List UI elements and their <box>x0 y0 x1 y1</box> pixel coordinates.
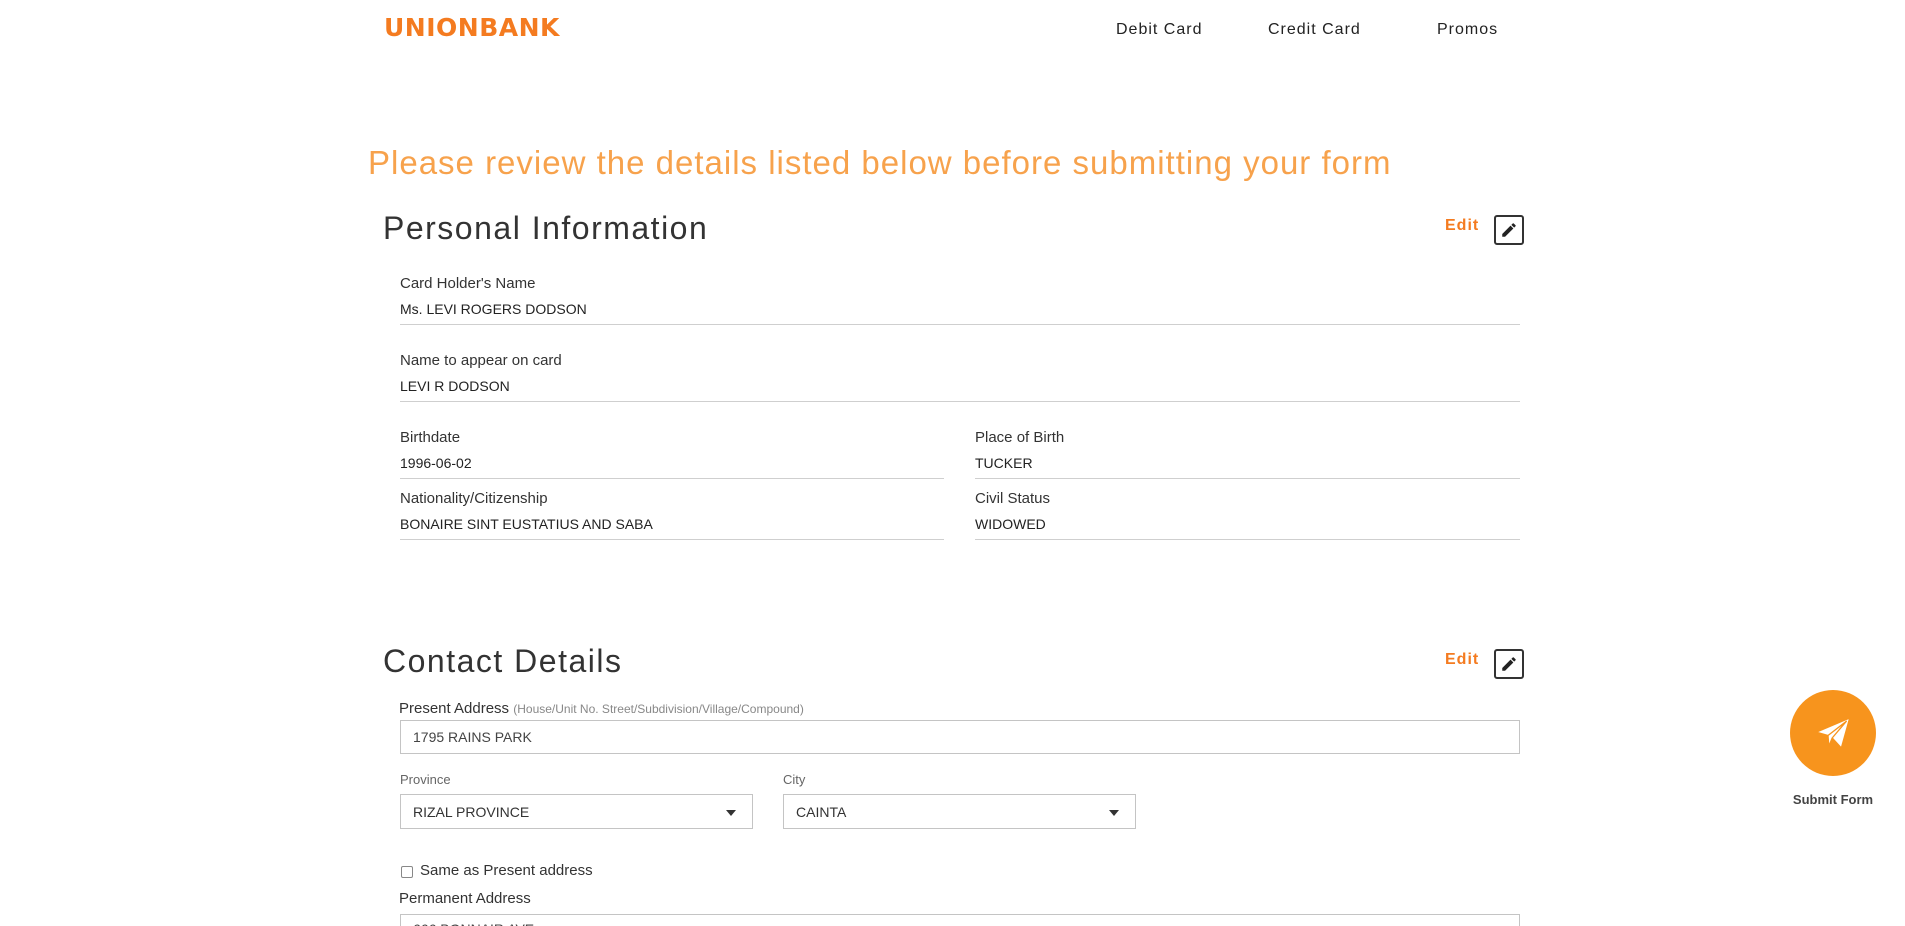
contact-edit-link[interactable]: Edit <box>1445 651 1479 669</box>
pencil-icon <box>1502 657 1516 671</box>
permanent-address-label: Permanent Address <box>399 890 531 907</box>
caret-down-icon <box>1109 810 1119 816</box>
nav-promos[interactable]: Promos <box>1437 21 1498 39</box>
place-of-birth-label: Place of Birth <box>975 429 1065 446</box>
page-title: Please review the details listed below b… <box>368 144 1392 181</box>
same-as-present-label[interactable]: Same as Present address <box>420 862 593 879</box>
personal-edit-link[interactable]: Edit <box>1445 217 1479 235</box>
birthdate-value: 1996-06-02 <box>400 455 944 479</box>
city-value: CAINTA <box>796 804 847 820</box>
province-value: RIZAL PROVINCE <box>413 804 530 820</box>
paper-plane-icon <box>1815 717 1851 749</box>
nav-credit-card[interactable]: Credit Card <box>1268 21 1361 39</box>
birthdate-label: Birthdate <box>400 429 461 446</box>
submit-form-label[interactable]: Submit Form <box>1790 792 1876 807</box>
place-of-birth-value: TUCKER <box>975 455 1520 479</box>
present-address-hint: (House/Unit No. Street/Subdivision/Villa… <box>513 702 804 716</box>
card-holder-name-field: Card Holder's Name Ms. LEVI ROGERS DODSO… <box>400 275 1520 325</box>
permanent-address-input[interactable]: 666 BONNAIR AVE <box>400 914 1520 926</box>
submit-form-button[interactable] <box>1790 690 1876 776</box>
civil-status-value: WIDOWED <box>975 516 1520 540</box>
birthdate-field: Birthdate 1996-06-02 <box>400 429 944 479</box>
civil-status-label: Civil Status <box>975 490 1051 507</box>
province-label: Province <box>400 772 451 787</box>
place-of-birth-field: Place of Birth TUCKER <box>975 429 1520 479</box>
card-holder-name-label: Card Holder's Name <box>400 275 536 292</box>
present-address-input[interactable]: 1795 RAINS PARK <box>400 720 1520 754</box>
caret-down-icon <box>726 810 736 816</box>
nationality-label: Nationality/Citizenship <box>400 490 548 507</box>
name-on-card-field: Name to appear on card LEVI R DODSON <box>400 352 1520 402</box>
present-address-label: Present Address (House/Unit No. Street/S… <box>399 700 804 717</box>
unionbank-logo[interactable]: UNIONBANK <box>384 13 560 42</box>
nationality-field: Nationality/Citizenship BONAIRE SINT EUS… <box>400 490 944 540</box>
city-label: City <box>783 772 806 787</box>
personal-information-title: Personal Information <box>383 210 709 246</box>
personal-edit-button[interactable] <box>1494 215 1524 245</box>
province-select[interactable]: RIZAL PROVINCE <box>400 794 753 829</box>
civil-status-field: Civil Status WIDOWED <box>975 490 1520 540</box>
pencil-icon <box>1502 223 1516 237</box>
contact-details-title: Contact Details <box>383 643 623 679</box>
city-select[interactable]: CAINTA <box>783 794 1136 829</box>
nationality-value: BONAIRE SINT EUSTATIUS AND SABA <box>400 516 944 540</box>
name-on-card-value: LEVI R DODSON <box>400 378 1520 402</box>
card-holder-name-value: Ms. LEVI ROGERS DODSON <box>400 301 1520 325</box>
nav-debit-card[interactable]: Debit Card <box>1116 21 1202 39</box>
name-on-card-label: Name to appear on card <box>400 352 562 369</box>
same-as-present-checkbox[interactable] <box>401 866 413 878</box>
present-address-label-text: Present Address <box>399 700 510 717</box>
contact-edit-button[interactable] <box>1494 649 1524 679</box>
